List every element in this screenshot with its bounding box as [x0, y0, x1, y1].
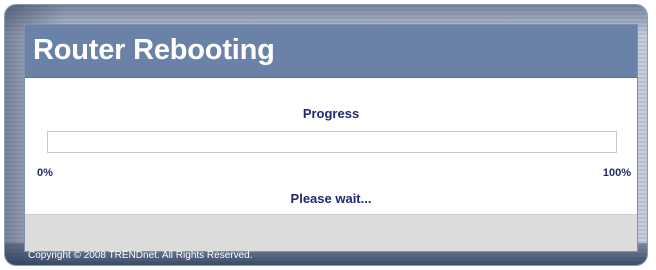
progress-start-label: 0% — [37, 167, 53, 179]
progress-end-label: 100% — [602, 167, 631, 179]
status-message: Please wait... — [290, 191, 372, 206]
panel-header: Router Rebooting — [25, 25, 637, 78]
panel-footer-bar — [25, 214, 637, 251]
page-title: Router Rebooting — [33, 34, 275, 66]
progress-label: Progress — [302, 106, 360, 121]
copyright-text: Copyright © 2008 TRENDnet. All Rights Re… — [28, 250, 253, 261]
reboot-panel: Router Rebooting Progress 0% 100% Please… — [24, 24, 638, 252]
progress-bar — [47, 131, 617, 153]
